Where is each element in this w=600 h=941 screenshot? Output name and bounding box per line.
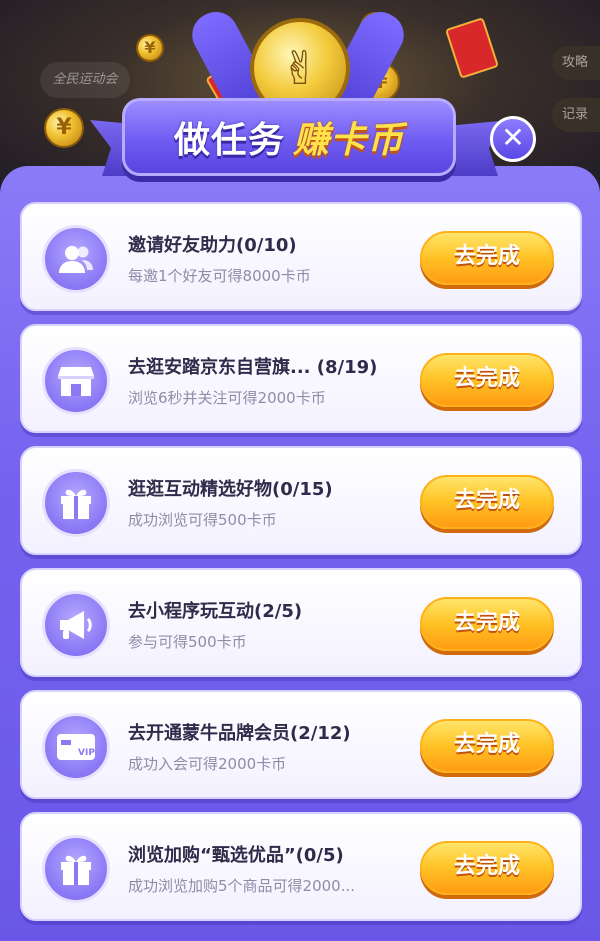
store-icon [42, 347, 110, 415]
task-description: 浏览6秒并关注可得2000卡币 [128, 389, 326, 407]
task-card-visit-store: 去逛安踏京东自营旗... (8/19) 浏览6秒并关注可得2000卡币 去完成 [20, 324, 582, 433]
task-card-mini-program: 去小程序玩互动(2/5) 参与可得500卡币 去完成 [20, 568, 582, 677]
megaphone-icon [42, 591, 110, 659]
task-title: 浏览加购“甄选优品”(0/5) [128, 845, 344, 866]
task-description: 每邀1个好友可得8000卡币 [128, 267, 311, 285]
task-title: 去逛安踏京东自营旗... (8/19) [128, 357, 378, 378]
gift-icon [42, 469, 110, 537]
svg-text:VIP: VIP [78, 748, 95, 758]
task-description: 参与可得500卡币 [128, 633, 247, 651]
task-card-invite-friends: 邀请好友助力(0/10) 每邀1个好友可得8000卡币 去完成 [20, 202, 582, 311]
task-description: 成功浏览可得500卡币 [128, 511, 277, 529]
complete-task-button[interactable]: 去完成 [420, 231, 554, 285]
coin-icon [44, 108, 84, 148]
complete-task-button[interactable]: 去完成 [420, 597, 554, 651]
close-button[interactable]: ✕ [490, 116, 536, 162]
banner-title: 做任务 [173, 120, 285, 161]
vip-card-icon: VIP [42, 713, 110, 781]
task-description: 成功入会可得2000卡币 [128, 755, 287, 773]
complete-task-button[interactable]: 去完成 [420, 841, 554, 895]
task-card-browse-goods: 逛逛互动精选好物(0/15) 成功浏览可得500卡币 去完成 [20, 446, 582, 555]
task-card-brand-membership: VIP 去开通蒙牛品牌会员(2/12) 成功入会可得2000卡币 去完成 [20, 690, 582, 799]
complete-task-button[interactable]: 去完成 [420, 353, 554, 407]
task-list: 邀请好友助力(0/10) 每邀1个好友可得8000卡币 去完成 去逛安踏京东自营… [20, 202, 582, 921]
task-title: 去小程序玩互动(2/5) [128, 601, 303, 622]
records-side-button[interactable]: 记录 [552, 98, 600, 132]
task-banner: 做任务 赚卡币 [122, 98, 456, 176]
complete-task-button[interactable]: 去完成 [420, 475, 554, 529]
task-title: 逛逛互动精选好物(0/15) [128, 479, 333, 500]
background-logo: 全民运动会 [40, 62, 130, 98]
red-packet-icon [444, 17, 500, 79]
task-title: 去开通蒙牛品牌会员(2/12) [128, 723, 351, 744]
users-icon [42, 225, 110, 293]
task-description: 成功浏览加购5个商品可得2000... [128, 877, 356, 895]
coin-icon [136, 34, 164, 62]
task-title: 邀请好友助力(0/10) [128, 235, 297, 256]
gift-icon [42, 835, 110, 903]
task-panel: 邀请好友助力(0/10) 每邀1个好友可得8000卡币 去完成 去逛安踏京东自营… [0, 166, 600, 941]
complete-task-button[interactable]: 去完成 [420, 719, 554, 773]
strategy-side-button[interactable]: 攻略 [552, 46, 600, 80]
banner-subtitle: 赚卡币 [293, 120, 405, 161]
task-card-browse-add-cart: 浏览加购“甄选优品”(0/5) 成功浏览加购5个商品可得2000... 去完成 [20, 812, 582, 921]
